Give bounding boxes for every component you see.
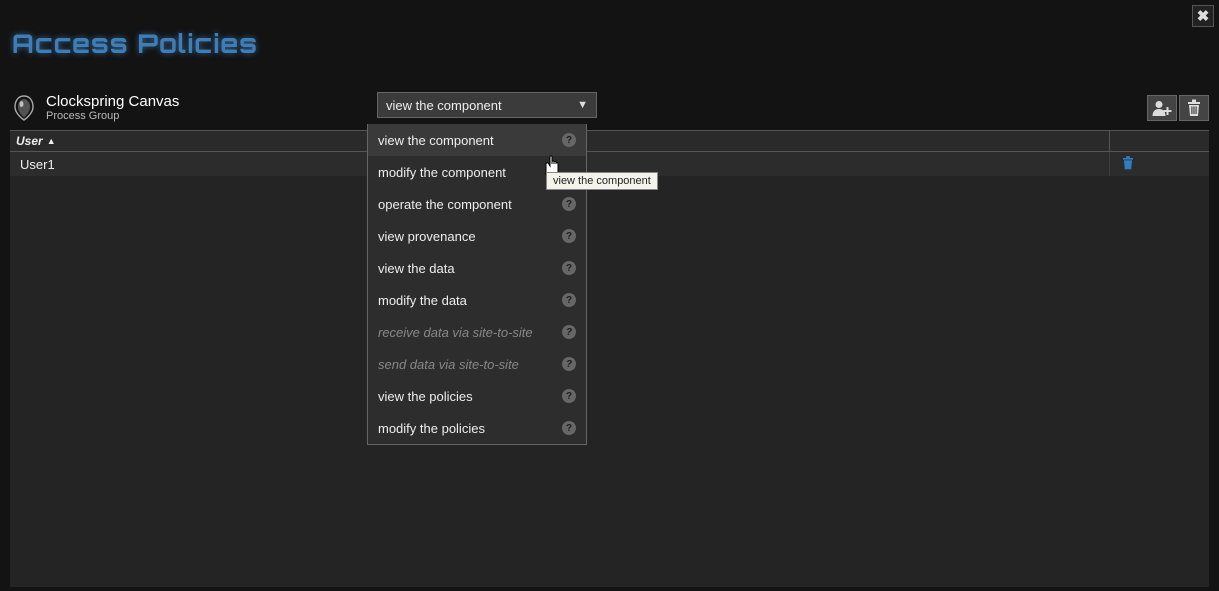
close-icon: ✖ xyxy=(1197,7,1210,25)
user-table-body: User1 xyxy=(10,152,1209,587)
policy-dropdown-value: view the component xyxy=(386,98,502,113)
delete-policy-button[interactable] xyxy=(1179,95,1209,121)
policy-option[interactable]: view the data? xyxy=(368,252,586,284)
policy-option-label: view the data xyxy=(378,261,455,276)
policy-option: receive data via site-to-site? xyxy=(368,316,586,348)
page-title: Access Policies xyxy=(12,28,258,60)
help-icon[interactable]: ? xyxy=(562,325,576,339)
policy-option-label: view provenance xyxy=(378,229,476,244)
user-column-label: User xyxy=(16,134,43,148)
column-divider xyxy=(1109,131,1110,151)
add-user-button[interactable] xyxy=(1147,95,1177,121)
close-button[interactable]: ✖ xyxy=(1192,5,1214,27)
policy-option[interactable]: modify the policies? xyxy=(368,412,586,444)
policy-dropdown[interactable]: view the component ▼ xyxy=(377,92,597,118)
component-info: Clockspring Canvas Process Group xyxy=(46,94,179,123)
user-cell: User1 xyxy=(20,157,55,172)
policy-option-label: modify the policies xyxy=(378,421,485,436)
help-icon[interactable]: ? xyxy=(562,133,576,147)
policy-option[interactable]: modify the component xyxy=(368,156,586,188)
row-divider xyxy=(1109,152,1110,176)
policy-dropdown-list[interactable]: view the component? modify the component o… xyxy=(367,124,587,445)
sort-asc-icon: ▲ xyxy=(47,136,56,146)
policy-option-label: send data via site-to-site xyxy=(378,357,519,372)
component-name: Clockspring Canvas xyxy=(46,94,179,111)
help-icon[interactable]: ? xyxy=(562,421,576,435)
policy-option[interactable]: view the policies? xyxy=(368,380,586,412)
table-row[interactable]: User1 xyxy=(10,152,1209,176)
policy-option-label: receive data via site-to-site xyxy=(378,325,533,340)
policy-option-label: view the component xyxy=(378,133,494,148)
help-icon[interactable]: ? xyxy=(562,293,576,307)
action-buttons xyxy=(1147,95,1209,121)
policy-option[interactable]: view provenance? xyxy=(368,220,586,252)
help-icon[interactable]: ? xyxy=(562,197,576,211)
help-icon[interactable]: ? xyxy=(562,261,576,275)
policy-option-label: operate the component xyxy=(378,197,512,212)
policy-option-label: modify the component xyxy=(378,165,506,180)
policy-option-label: modify the data xyxy=(378,293,467,308)
user-table-header[interactable]: User ▲ xyxy=(10,130,1209,152)
component-type: Process Group xyxy=(46,110,179,122)
help-icon[interactable]: ? xyxy=(562,389,576,403)
policy-option[interactable]: view the component? xyxy=(368,124,586,156)
remove-user-button[interactable] xyxy=(1122,156,1134,173)
policy-option[interactable]: modify the data? xyxy=(368,284,586,316)
process-group-icon xyxy=(10,94,38,122)
policy-option[interactable]: operate the component? xyxy=(368,188,586,220)
policy-option-label: view the policies xyxy=(378,389,473,404)
component-header: Clockspring Canvas Process Group view th… xyxy=(10,92,1209,124)
help-icon[interactable]: ? xyxy=(562,357,576,371)
help-icon[interactable]: ? xyxy=(562,229,576,243)
chevron-down-icon: ▼ xyxy=(577,99,588,111)
policy-option: send data via site-to-site? xyxy=(368,348,586,380)
